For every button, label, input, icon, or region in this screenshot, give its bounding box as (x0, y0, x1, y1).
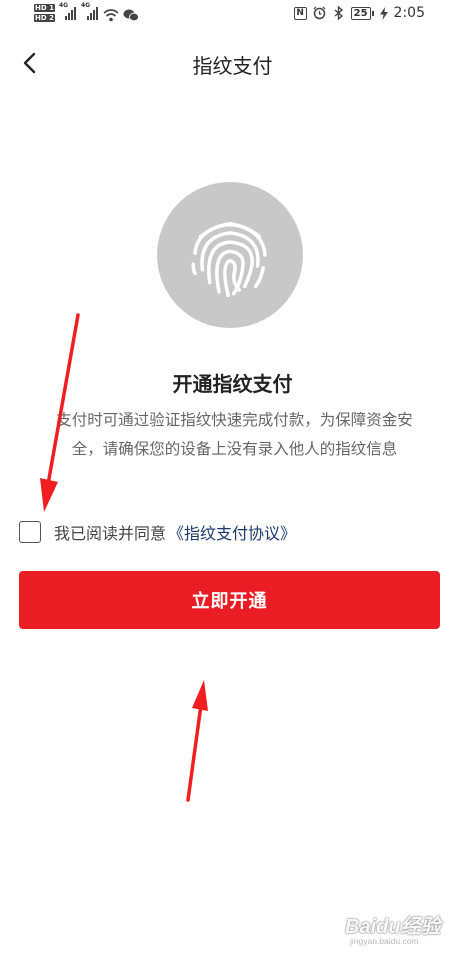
status-right: N 25 2:05 (293, 5, 425, 21)
signal1-gen: 4G (58, 2, 69, 9)
fingerprint-icon (191, 221, 267, 298)
battery-icon: 25 (350, 6, 374, 20)
nfc-icon: N (293, 6, 307, 20)
watermark-url: jingyan.baidu.com (350, 936, 419, 946)
status-time: 2:05 (393, 5, 425, 21)
charging-icon (379, 6, 388, 20)
description-line-2: 全，请确保您的设备上没有录入他人的指纹信息 (71, 440, 398, 458)
bluetooth-icon (334, 6, 343, 20)
signal2-icon: 4G (81, 2, 99, 20)
agreement-row: 我已阅读并同意 《指纹支付协议》 (19, 519, 296, 545)
annotation-arrows (40, 313, 208, 802)
status-left: HD 1 HD 2 4G 4G (34, 2, 139, 22)
signal2-gen: 4G (80, 2, 91, 9)
sim2-text: HD 2 (34, 14, 55, 22)
annotation-arrow-2 (186, 680, 208, 802)
wifi-icon (103, 9, 119, 22)
wechat-icon (123, 9, 139, 22)
agreement-link[interactable]: 《指纹支付协议》 (168, 520, 296, 544)
sim2-label: HD 2 (34, 14, 55, 22)
section-heading: 开通指纹支付 (172, 372, 293, 396)
nav-bar: 指纹支付 (0, 40, 465, 86)
enable-button[interactable]: 立即开通 (19, 571, 440, 629)
page-title: 指纹支付 (192, 54, 273, 78)
agree-checkbox[interactable] (19, 521, 41, 543)
sim-labels: HD 1 HD 2 (34, 4, 55, 22)
sim1-label: HD 1 (34, 4, 55, 12)
signal1-icon: 4G (59, 2, 77, 20)
watermark-logo: Baidu经验 (345, 916, 441, 938)
watermark: Baidu经验 jingyan.baidu.com (345, 910, 455, 956)
agree-text: 我已阅读并同意 (54, 524, 167, 543)
battery-level: 25 (350, 6, 371, 20)
sim1-text: HD 1 (34, 4, 55, 12)
description-line-1: 支付时可通过验证指纹快速完成付款，为保障资金安 (56, 411, 413, 429)
status-bar: HD 1 HD 2 4G 4G N 25 2:05 (0, 0, 465, 28)
alarm-icon (313, 6, 326, 20)
fingerprint-circle (157, 182, 303, 328)
